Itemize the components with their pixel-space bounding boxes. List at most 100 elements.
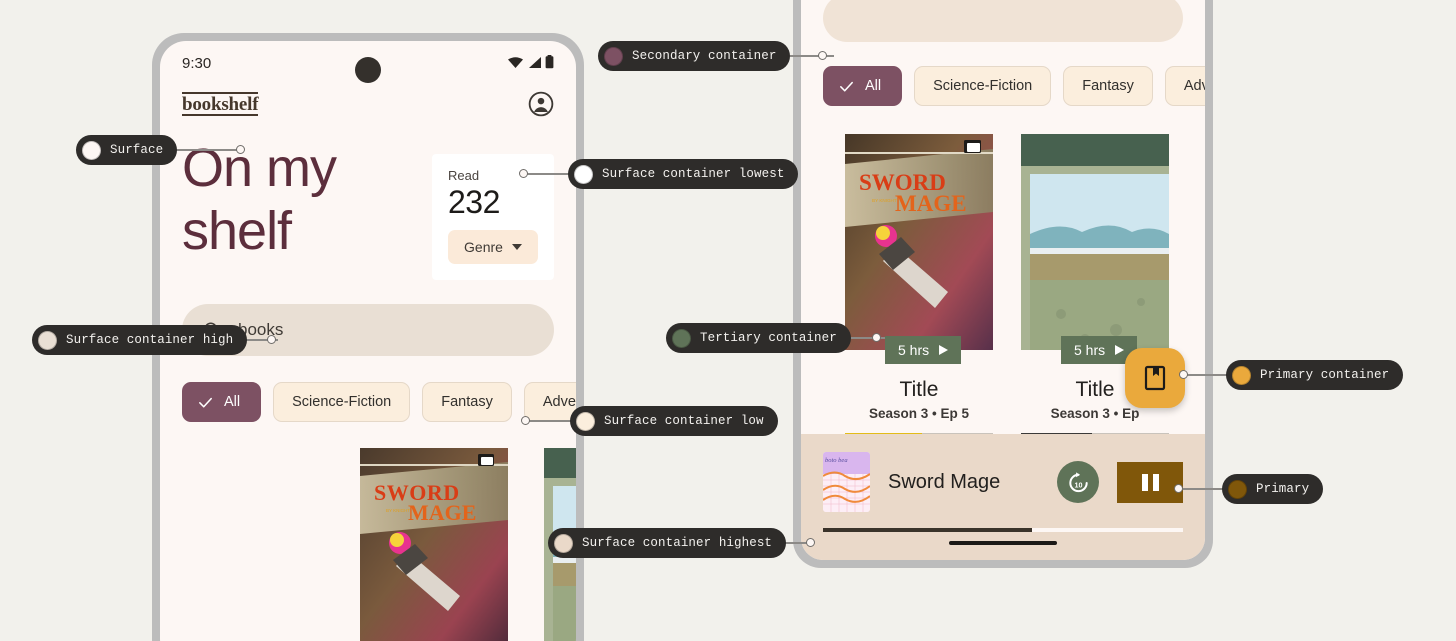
bookmark-icon bbox=[1144, 365, 1166, 391]
book-card[interactable]: SWORD MAGE BY KNIGHT 5 hrs bbox=[845, 134, 993, 436]
status-icons bbox=[507, 55, 554, 69]
callout-surface-container-low: Surface container low bbox=[570, 406, 778, 436]
callout-label: Surface container high bbox=[66, 333, 233, 347]
callout-surface-container-highest: Surface container highest bbox=[548, 528, 786, 558]
leader-endpoint bbox=[872, 333, 881, 342]
tablet-filter-chip-label: All bbox=[865, 78, 881, 94]
duration-badge-label: 5 hrs bbox=[1074, 342, 1105, 358]
album-art: boto bea bbox=[823, 452, 870, 512]
color-swatch bbox=[82, 141, 101, 160]
wifi-icon bbox=[507, 56, 524, 69]
tablet-device-frame: All Science-Fiction Fantasy Adventure bbox=[793, 0, 1213, 568]
filter-chip-science-fiction[interactable]: Science-Fiction bbox=[273, 382, 410, 422]
tablet-filter-chip-adventure[interactable]: Adventure bbox=[1165, 66, 1205, 106]
genre-dropdown-label: Genre bbox=[464, 239, 503, 255]
filter-chip-label: Science-Fiction bbox=[292, 394, 391, 410]
book-title: Title bbox=[845, 378, 993, 402]
callout-surface: Surface bbox=[76, 135, 177, 165]
cover-title-line2: MAGE bbox=[408, 500, 476, 525]
callout-secondary-container: Secondary container bbox=[598, 41, 790, 71]
phone-filter-chip-row: All Science-Fiction Fantasy Adventure bbox=[160, 356, 576, 422]
filter-chip-label: Adventure bbox=[543, 394, 576, 410]
leader-endpoint bbox=[806, 538, 815, 547]
check-icon bbox=[197, 394, 214, 411]
svg-text:10: 10 bbox=[1074, 480, 1082, 489]
genre-dropdown[interactable]: Genre bbox=[448, 230, 538, 264]
leader-endpoint bbox=[267, 335, 276, 344]
home-indicator bbox=[949, 541, 1057, 545]
filter-chip-label: All bbox=[224, 394, 240, 410]
color-roles-annotation-diagram: 9:30 bookshelf On my shelf bbox=[0, 0, 1456, 641]
tablet-filter-chip-label: Adventure bbox=[1184, 78, 1205, 94]
color-swatch bbox=[604, 47, 623, 66]
color-swatch bbox=[554, 534, 573, 553]
phone-hero: On my shelf Read 232 Genre bbox=[160, 117, 576, 280]
signal-icon bbox=[527, 56, 542, 69]
callout-label: Surface container highest bbox=[582, 536, 772, 550]
leader-line bbox=[1183, 374, 1229, 376]
callout-label: Tertiary container bbox=[700, 331, 837, 345]
callout-label: Primary container bbox=[1260, 368, 1389, 382]
tablet-filter-chip-all[interactable]: All bbox=[823, 66, 902, 106]
cover-byline: BY KNIGHT bbox=[872, 198, 897, 203]
pause-icon bbox=[1142, 474, 1148, 491]
tablet-screen: All Science-Fiction Fantasy Adventure bbox=[801, 0, 1205, 560]
pause-button[interactable] bbox=[1117, 462, 1183, 503]
leader-endpoint bbox=[236, 145, 245, 154]
callout-primary: Primary bbox=[1222, 474, 1323, 504]
book-cover-sword-mage[interactable]: SWORD MAGE BY KNIGHT 5 hrs bbox=[845, 134, 993, 350]
leader-line bbox=[1178, 488, 1226, 490]
leader-endpoint bbox=[818, 51, 827, 60]
callout-label: Primary bbox=[1256, 482, 1309, 496]
filter-chip-all[interactable]: All bbox=[182, 382, 261, 422]
check-icon bbox=[838, 78, 855, 95]
callout-surface-container-lowest: Surface container lowest bbox=[568, 159, 798, 189]
album-art-text: boto bea bbox=[825, 457, 848, 464]
pause-icon bbox=[1153, 474, 1159, 491]
tablet-filter-chip-row: All Science-Fiction Fantasy Adventure bbox=[801, 42, 1205, 106]
account-circle-icon[interactable] bbox=[528, 91, 554, 117]
book-cover-sword-mage[interactable]: SWORD MAGE BY KNIGHT bbox=[360, 448, 508, 641]
leader-endpoint bbox=[519, 169, 528, 178]
filter-chip-adventure[interactable]: Adventure bbox=[524, 382, 576, 422]
duration-badge-label: 5 hrs bbox=[898, 342, 929, 358]
read-stat-value: 232 bbox=[448, 185, 538, 220]
tablet-filter-chip-fantasy[interactable]: Fantasy bbox=[1063, 66, 1153, 106]
cover-title-line2: MAGE bbox=[895, 191, 967, 216]
forward-10-icon: 10 bbox=[1066, 470, 1091, 495]
mini-player-row: boto bea Sword Mage 10 bbox=[801, 434, 1205, 512]
phone-app-bar: bookshelf bbox=[160, 85, 576, 117]
color-swatch bbox=[38, 331, 57, 350]
leader-line bbox=[790, 55, 834, 57]
app-logo: bookshelf bbox=[182, 92, 258, 117]
book-subtitle: Season 3 • Ep bbox=[1021, 406, 1169, 421]
filter-chip-fantasy[interactable]: Fantasy bbox=[422, 382, 512, 422]
filter-chip-label: Fantasy bbox=[441, 394, 493, 410]
bookmark-fab[interactable] bbox=[1125, 348, 1185, 408]
play-icon bbox=[939, 345, 948, 355]
forward-10-button[interactable]: 10 bbox=[1057, 461, 1099, 503]
leader-endpoint bbox=[1174, 484, 1183, 493]
callout-surface-container-high: Surface container high bbox=[32, 325, 247, 355]
tablet-filter-chip-science-fiction[interactable]: Science-Fiction bbox=[914, 66, 1051, 106]
page-title: On my shelf bbox=[182, 137, 420, 262]
callout-tertiary-container: Tertiary container bbox=[666, 323, 851, 353]
book-subtitle: Season 3 • Ep 5 bbox=[845, 406, 993, 421]
callout-primary-container: Primary container bbox=[1226, 360, 1403, 390]
status-time: 9:30 bbox=[182, 55, 211, 72]
play-icon bbox=[1115, 345, 1124, 355]
now-playing-title: Sword Mage bbox=[888, 471, 1039, 494]
color-swatch bbox=[574, 165, 593, 184]
camera-punch-hole bbox=[355, 57, 381, 83]
phone-book-grid: SWORD MAGE BY KNIGHT bbox=[160, 422, 576, 641]
callout-label: Surface container low bbox=[604, 414, 764, 428]
mini-player: boto bea Sword Mage 10 bbox=[801, 434, 1205, 560]
duration-badge[interactable]: 5 hrs bbox=[885, 336, 961, 364]
tablet-filter-chip-label: Fantasy bbox=[1082, 78, 1134, 94]
book-cover-landscape[interactable]: 5 hrs bbox=[1021, 134, 1169, 350]
player-progress-bar[interactable] bbox=[823, 528, 1183, 532]
color-swatch bbox=[576, 412, 595, 431]
leader-endpoint bbox=[1179, 370, 1188, 379]
leader-endpoint bbox=[521, 416, 530, 425]
tablet-search-input[interactable] bbox=[823, 0, 1183, 42]
